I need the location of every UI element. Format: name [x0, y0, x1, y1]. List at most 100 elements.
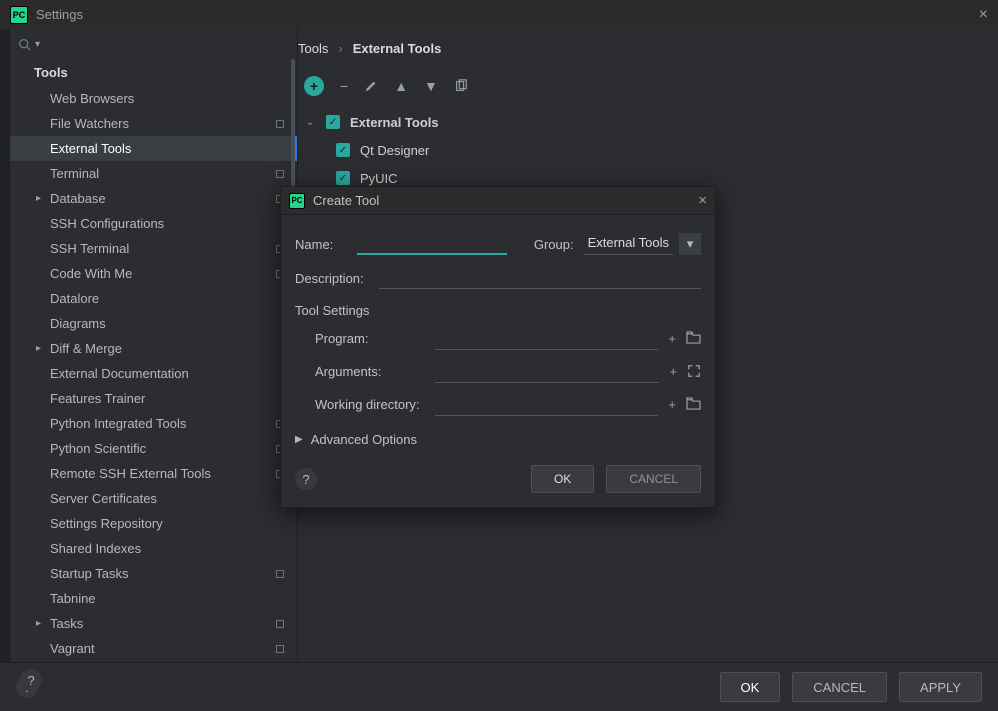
move-down-button[interactable]: ▼ — [424, 78, 438, 94]
description-input[interactable] — [379, 267, 701, 289]
insert-macro-button[interactable]: + — [669, 364, 677, 379]
name-input[interactable] — [357, 233, 507, 255]
expand-icon[interactable] — [687, 364, 701, 379]
sidebar-item[interactable]: File Watchers — [10, 111, 297, 136]
move-up-button[interactable]: ▲ — [394, 78, 408, 94]
tool-group-label: External Tools — [350, 115, 439, 130]
working-directory-input[interactable] — [435, 394, 658, 416]
sidebar-section-header: Tools — [10, 59, 297, 86]
dialog-close-button[interactable]: × — [698, 192, 707, 209]
apply-button[interactable]: APPLY — [899, 672, 982, 702]
sidebar-search[interactable]: ▾ — [10, 29, 297, 59]
app-icon: PC — [10, 6, 28, 24]
context-help-button[interactable]: ? — [20, 669, 42, 691]
project-override-icon — [276, 170, 284, 178]
advanced-options-toggle[interactable]: ▶ Advanced Options — [295, 421, 701, 457]
sidebar-item-label: External Documentation — [50, 366, 189, 381]
external-tools-toolbar: + − ▲ ▼ — [298, 76, 980, 96]
group-select[interactable]: External Tools ▾ — [584, 233, 701, 255]
triangle-right-icon: ▶ — [295, 434, 303, 445]
sidebar-item[interactable]: Shared Indexes — [10, 536, 297, 561]
sidebar-item[interactable]: Web Browsers — [10, 86, 297, 111]
chevron-right-icon: ▸ — [36, 193, 41, 204]
sidebar-item[interactable]: Remote SSH External Tools — [10, 461, 297, 486]
dialog-titlebar: PC Create Tool × — [281, 187, 715, 215]
project-override-icon — [276, 645, 284, 653]
sidebar-item[interactable]: Terminal — [10, 161, 297, 186]
chevron-down-icon: ⌄ — [306, 117, 316, 128]
sidebar-item-label: Database — [50, 191, 106, 206]
checkbox-icon[interactable]: ✓ — [336, 143, 350, 157]
chevron-right-icon: ▸ — [36, 343, 41, 354]
sidebar-item-label: Code With Me — [50, 266, 132, 281]
dialog-ok-button[interactable]: OK — [531, 465, 594, 493]
sidebar-item[interactable]: ▸ Tasks — [10, 611, 297, 636]
search-icon — [18, 38, 31, 51]
sidebar-item[interactable]: SSH Terminal — [10, 236, 297, 261]
settings-sidebar: ▾ Tools Web Browsers File Watchers Externa… — [10, 29, 298, 662]
working-directory-label: Working directory: — [315, 397, 425, 412]
arguments-label: Arguments: — [315, 364, 425, 379]
sidebar-item[interactable]: Tabnine — [10, 586, 297, 611]
sidebar-item[interactable]: Startup Tasks — [10, 561, 297, 586]
remove-tool-button[interactable]: − — [340, 78, 348, 94]
sidebar-item-label: Tabnine — [50, 591, 96, 606]
advanced-options-label: Advanced Options — [311, 432, 417, 447]
sidebar-item[interactable]: External Documentation — [10, 361, 297, 386]
sidebar-item-label: External Tools — [50, 141, 131, 156]
browse-folder-icon[interactable] — [686, 397, 701, 412]
dialog-cancel-button[interactable]: CANCEL — [606, 465, 701, 493]
edit-tool-button[interactable] — [364, 79, 378, 93]
sidebar-item[interactable]: Vagrant — [10, 636, 297, 661]
breadcrumb-separator: › — [338, 41, 342, 56]
sidebar-item-label: Terminal — [50, 166, 99, 181]
project-override-icon — [276, 620, 284, 628]
sidebar-item[interactable]: SSH Configurations — [10, 211, 297, 236]
chevron-right-icon: ▸ — [36, 618, 41, 629]
sidebar-item-label: Vagrant — [50, 641, 95, 656]
sidebar-item[interactable]: Python Integrated Tools — [10, 411, 297, 436]
window-titlebar: PC Settings × — [0, 0, 998, 29]
gutter-strip — [0, 29, 10, 662]
sidebar-item[interactable]: Features Trainer — [10, 386, 297, 411]
tool-group-row[interactable]: ⌄ ✓ External Tools — [306, 108, 980, 136]
window-close-button[interactable]: × — [979, 6, 988, 24]
chevron-down-icon: ▾ — [35, 39, 40, 50]
ok-button[interactable]: OK — [720, 672, 781, 702]
breadcrumb-root[interactable]: Tools — [298, 41, 328, 56]
sidebar-item[interactable]: Settings Repository — [10, 511, 297, 536]
add-tool-button[interactable]: + — [304, 76, 324, 96]
sidebar-item[interactable]: Datalore — [10, 286, 297, 311]
sidebar-item-label: Diff & Merge — [50, 341, 122, 356]
sidebar-item[interactable]: External Tools — [10, 136, 297, 161]
arguments-input[interactable] — [435, 361, 659, 383]
program-label: Program: — [315, 331, 425, 346]
sidebar-item[interactable]: ▸ Database — [10, 186, 297, 211]
copy-tool-button[interactable] — [454, 79, 468, 93]
cancel-button[interactable]: CANCEL — [792, 672, 887, 702]
sidebar-item-label: Diagrams — [50, 316, 106, 331]
sidebar-item-label: SSH Terminal — [50, 241, 129, 256]
program-input[interactable] — [435, 328, 658, 350]
browse-folder-icon[interactable] — [686, 331, 701, 346]
window-title: Settings — [36, 7, 83, 22]
dialog-help-button[interactable]: ? — [295, 468, 317, 490]
sidebar-item-label: Web Browsers — [50, 91, 134, 106]
insert-macro-button[interactable]: + — [668, 331, 676, 346]
insert-macro-button[interactable]: + — [668, 397, 676, 412]
sidebar-item-label: File Watchers — [50, 116, 129, 131]
sidebar-item[interactable]: Python Scientific — [10, 436, 297, 461]
tool-item-row[interactable]: ✓ Qt Designer — [306, 136, 980, 164]
sidebar-item[interactable]: Diagrams — [10, 311, 297, 336]
checkbox-icon[interactable]: ✓ — [326, 115, 340, 129]
sidebar-item[interactable]: Code With Me — [10, 261, 297, 286]
sidebar-item[interactable]: ▸ Diff & Merge — [10, 336, 297, 361]
tool-item-label: PyUIC — [360, 171, 398, 186]
dialog-button-bar: ? OK CANCEL APPLY — [0, 662, 998, 711]
sidebar-tree: Tools Web Browsers File Watchers External … — [10, 59, 297, 662]
sidebar-item-label: Tasks — [50, 616, 83, 631]
sidebar-item-label: SSH Configurations — [50, 216, 164, 231]
chevron-down-icon[interactable]: ▾ — [679, 233, 701, 255]
checkbox-icon[interactable]: ✓ — [336, 171, 350, 185]
sidebar-item[interactable]: Server Certificates — [10, 486, 297, 511]
